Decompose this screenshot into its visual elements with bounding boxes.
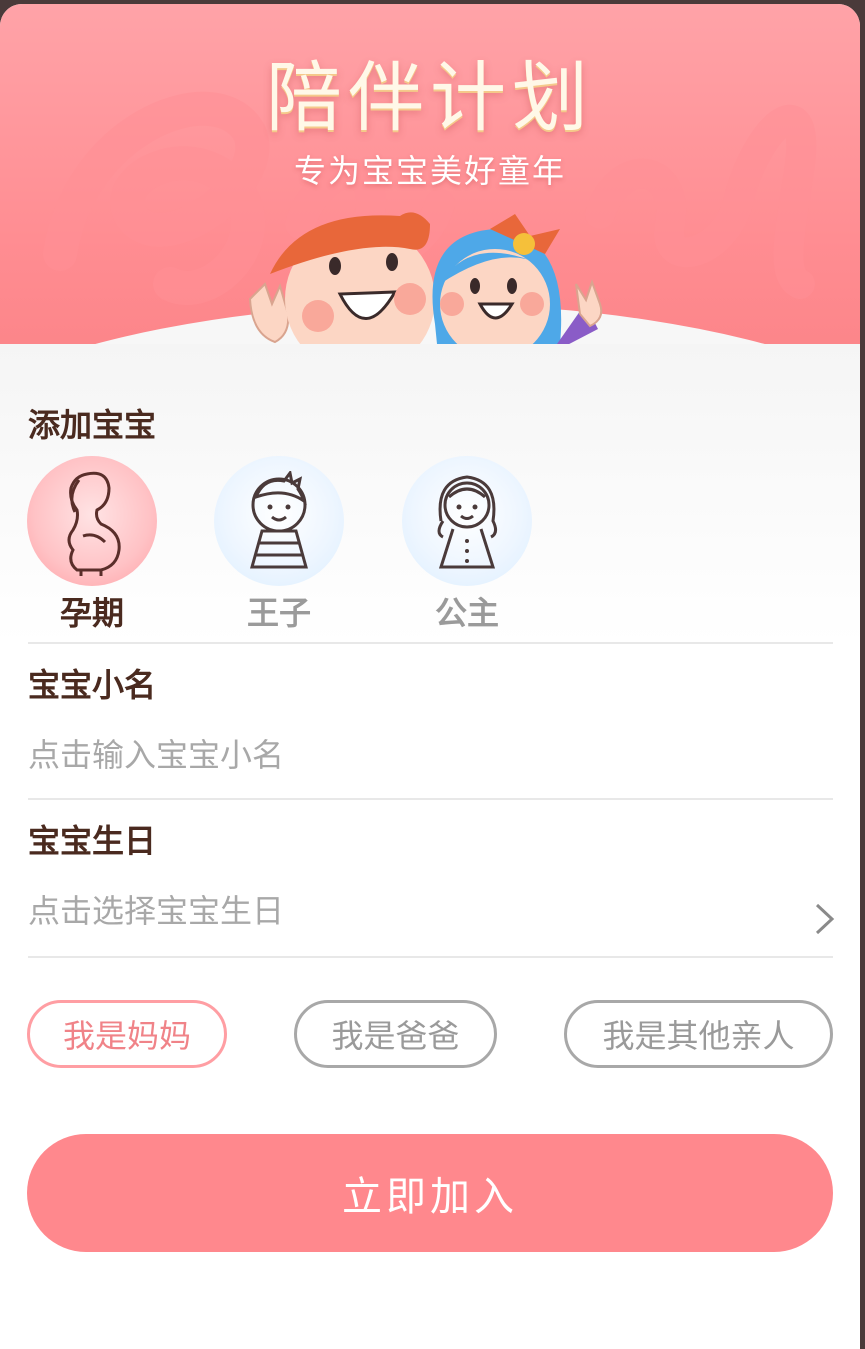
boy-icon <box>250 471 308 569</box>
pregnancy-avatar[interactable] <box>27 456 157 586</box>
role-other-relative-button[interactable]: 我是其他亲人 <box>564 1000 833 1068</box>
prince-avatar[interactable] <box>214 456 344 586</box>
banner-title: 陪伴计划 <box>266 53 594 142</box>
option-princess[interactable]: 公主 <box>402 456 532 634</box>
role-father-button[interactable]: 我是爸爸 <box>294 1000 497 1068</box>
option-pregnancy[interactable]: 孕期 <box>27 456 157 634</box>
prince-label: 王子 <box>246 594 311 632</box>
princess-label: 公主 <box>434 594 499 632</box>
chevron-right-icon[interactable] <box>812 902 836 936</box>
divider <box>28 642 833 644</box>
baby-name-label: 宝宝小名 <box>28 666 157 704</box>
divider <box>28 798 833 800</box>
pregnancy-label: 孕期 <box>59 594 124 632</box>
role-mother-button[interactable]: 我是妈妈 <box>27 1000 227 1068</box>
baby-birthday-picker[interactable] <box>28 892 808 930</box>
join-plan-card: 陪伴计划 专为宝宝美好童年 添加宝宝 孕期 王子 公主 宝宝小名 点击输入宝宝小… <box>0 4 860 1349</box>
baby-birthday-label: 宝宝生日 <box>28 822 157 860</box>
girl-icon <box>437 475 498 569</box>
header-banner: 陪伴计划 专为宝宝美好童年 <box>0 4 860 394</box>
add-baby-title: 添加宝宝 <box>28 406 157 444</box>
banner-subtitle: 专为宝宝美好童年 <box>293 152 566 190</box>
join-now-button[interactable]: 立即加入 <box>27 1134 833 1252</box>
pregnant-mother-icon <box>67 471 121 576</box>
option-prince[interactable]: 王子 <box>214 456 344 634</box>
divider <box>28 956 833 958</box>
baby-name-input[interactable] <box>28 736 808 774</box>
princess-avatar[interactable] <box>402 456 532 586</box>
